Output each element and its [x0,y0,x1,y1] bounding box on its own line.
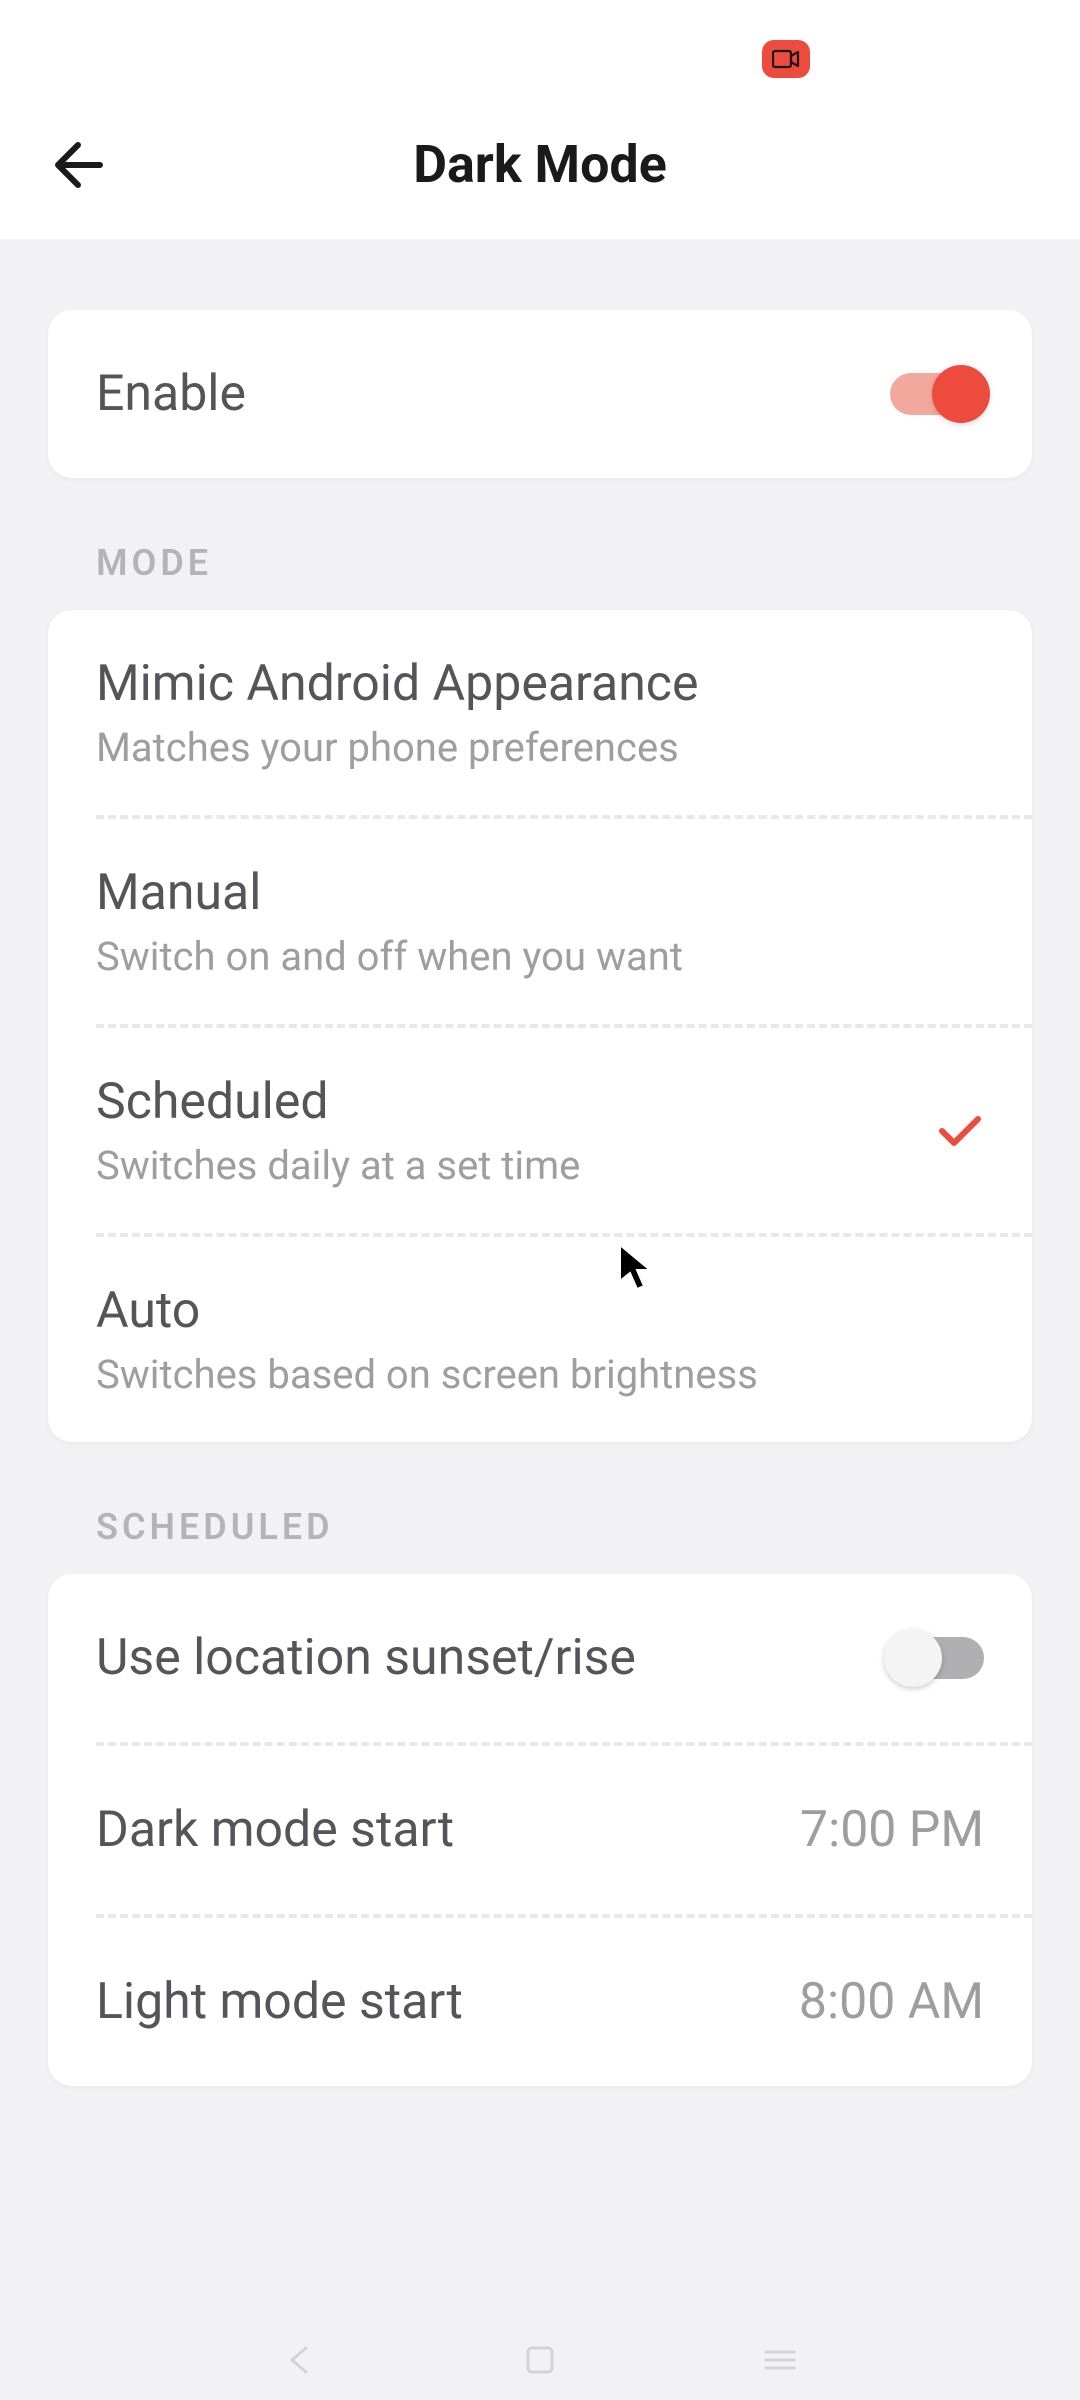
chevron-left-icon [284,2344,316,2376]
toggle-knob [884,1629,942,1687]
scheduled-section-header: SCHEDULED [96,1506,1032,1548]
light-mode-start-value: 8:00 AM [799,1973,984,2031]
light-mode-start-row[interactable]: Light mode start 8:00 AM [48,1918,1032,2086]
android-nav-bar [0,2320,1080,2400]
page-title: Dark Mode [0,134,1080,195]
mode-option-manual[interactable]: Manual Switch on and off when you want [48,819,1032,1024]
mode-section-header: MODE [96,542,1032,584]
dark-mode-start-value: 7:00 PM [800,1801,984,1859]
header-bar: Dark Mode [0,90,1080,240]
arrow-left-icon [50,137,106,193]
light-mode-start-label: Light mode start [96,1972,463,2032]
enable-row[interactable]: Enable [48,310,1032,478]
video-camera-icon [772,49,800,69]
mode-option-auto[interactable]: Auto Switches based on screen brightness [48,1237,1032,1442]
nav-recents-button[interactable] [756,2336,804,2384]
check-icon [938,1113,982,1149]
selected-checkmark [936,1107,984,1155]
mode-option-subtitle: Switch on and off when you want [96,933,984,980]
mode-option-title: Mimic Android Appearance [96,654,984,714]
nav-back-button[interactable] [276,2336,324,2384]
mode-option-scheduled[interactable]: Scheduled Switches daily at a set time [48,1028,1032,1233]
enable-card: Enable [48,310,1032,478]
mode-option-title: Scheduled [96,1072,936,1132]
content-area: Enable MODE Mimic Android Appearance Mat… [0,240,1080,2086]
status-bar [0,0,1080,90]
mode-option-subtitle: Matches your phone preferences [96,724,984,771]
use-location-toggle[interactable] [890,1637,984,1679]
mode-card: Mimic Android Appearance Matches your ph… [48,610,1032,1442]
dark-mode-start-row[interactable]: Dark mode start 7:00 PM [48,1746,1032,1914]
screen-record-indicator [762,40,810,78]
toggle-knob [932,365,990,423]
enable-toggle[interactable] [890,373,984,415]
use-location-label: Use location sunset/rise [96,1628,636,1688]
menu-icon [764,2348,796,2372]
enable-label: Enable [96,364,246,424]
mode-option-title: Manual [96,863,984,923]
square-icon [525,2345,555,2375]
mode-option-title: Auto [96,1281,984,1341]
dark-mode-start-label: Dark mode start [96,1800,454,1860]
use-location-row[interactable]: Use location sunset/rise [48,1574,1032,1742]
nav-home-button[interactable] [516,2336,564,2384]
scheduled-card: Use location sunset/rise Dark mode start… [48,1574,1032,2086]
mode-option-subtitle: Switches based on screen brightness [96,1351,984,1398]
mode-option-subtitle: Switches daily at a set time [96,1142,936,1189]
back-button[interactable] [48,135,108,195]
mode-option-mimic-android[interactable]: Mimic Android Appearance Matches your ph… [48,610,1032,815]
